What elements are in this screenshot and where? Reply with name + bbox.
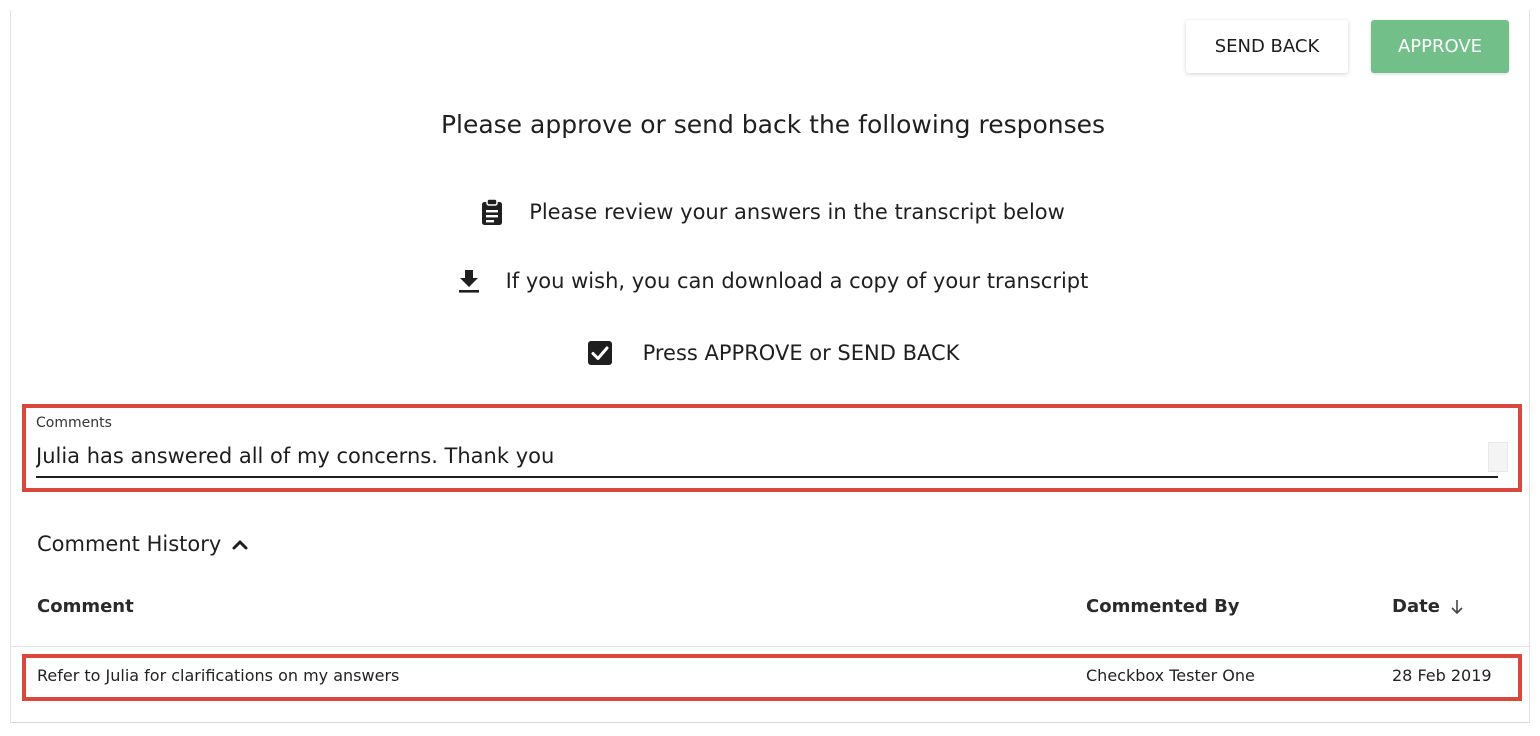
comments-label: Comments xyxy=(36,415,112,431)
download-icon[interactable] xyxy=(458,269,480,293)
comments-field: Comments xyxy=(22,404,1522,492)
comments-input[interactable] xyxy=(36,436,1498,478)
instruction-text: Please review your answers in the transc… xyxy=(529,200,1065,224)
page-title: Please approve or send back the followin… xyxy=(440,110,1106,139)
comments-resize-handle[interactable] xyxy=(1488,442,1508,472)
instruction-press: Press APPROVE or SEND BACK xyxy=(0,340,1540,366)
chevron-up-icon[interactable] xyxy=(231,538,249,550)
cell-commented-by: Checkbox Tester One xyxy=(1086,666,1255,685)
comment-history-title: Comment History xyxy=(37,532,222,556)
table-header-divider xyxy=(11,646,1529,647)
instruction-text: If you wish, you can download a copy of … xyxy=(505,269,1089,293)
comment-history-toggle[interactable]: Comment History xyxy=(37,532,249,556)
column-header-date[interactable]: Date xyxy=(1392,596,1464,617)
cell-date: 28 Feb 2019 xyxy=(1392,666,1492,685)
checkbox-checked-icon xyxy=(587,340,613,366)
instruction-review: Please review your answers in the transc… xyxy=(0,198,1540,226)
column-header-commented-by[interactable]: Commented By xyxy=(1086,596,1240,617)
send-back-button[interactable]: SEND BACK xyxy=(1186,20,1348,73)
sort-down-arrow-icon[interactable] xyxy=(1450,599,1464,615)
instruction-text: Press APPROVE or SEND BACK xyxy=(642,341,960,365)
instruction-download[interactable]: If you wish, you can download a copy of … xyxy=(0,269,1540,293)
cell-comment: Refer to Julia for clarifications on my … xyxy=(37,666,400,685)
column-header-comment[interactable]: Comment xyxy=(37,596,134,617)
clipboard-icon xyxy=(481,198,503,226)
approve-button[interactable]: APPROVE xyxy=(1371,20,1509,73)
column-header-date-label: Date xyxy=(1392,596,1440,617)
